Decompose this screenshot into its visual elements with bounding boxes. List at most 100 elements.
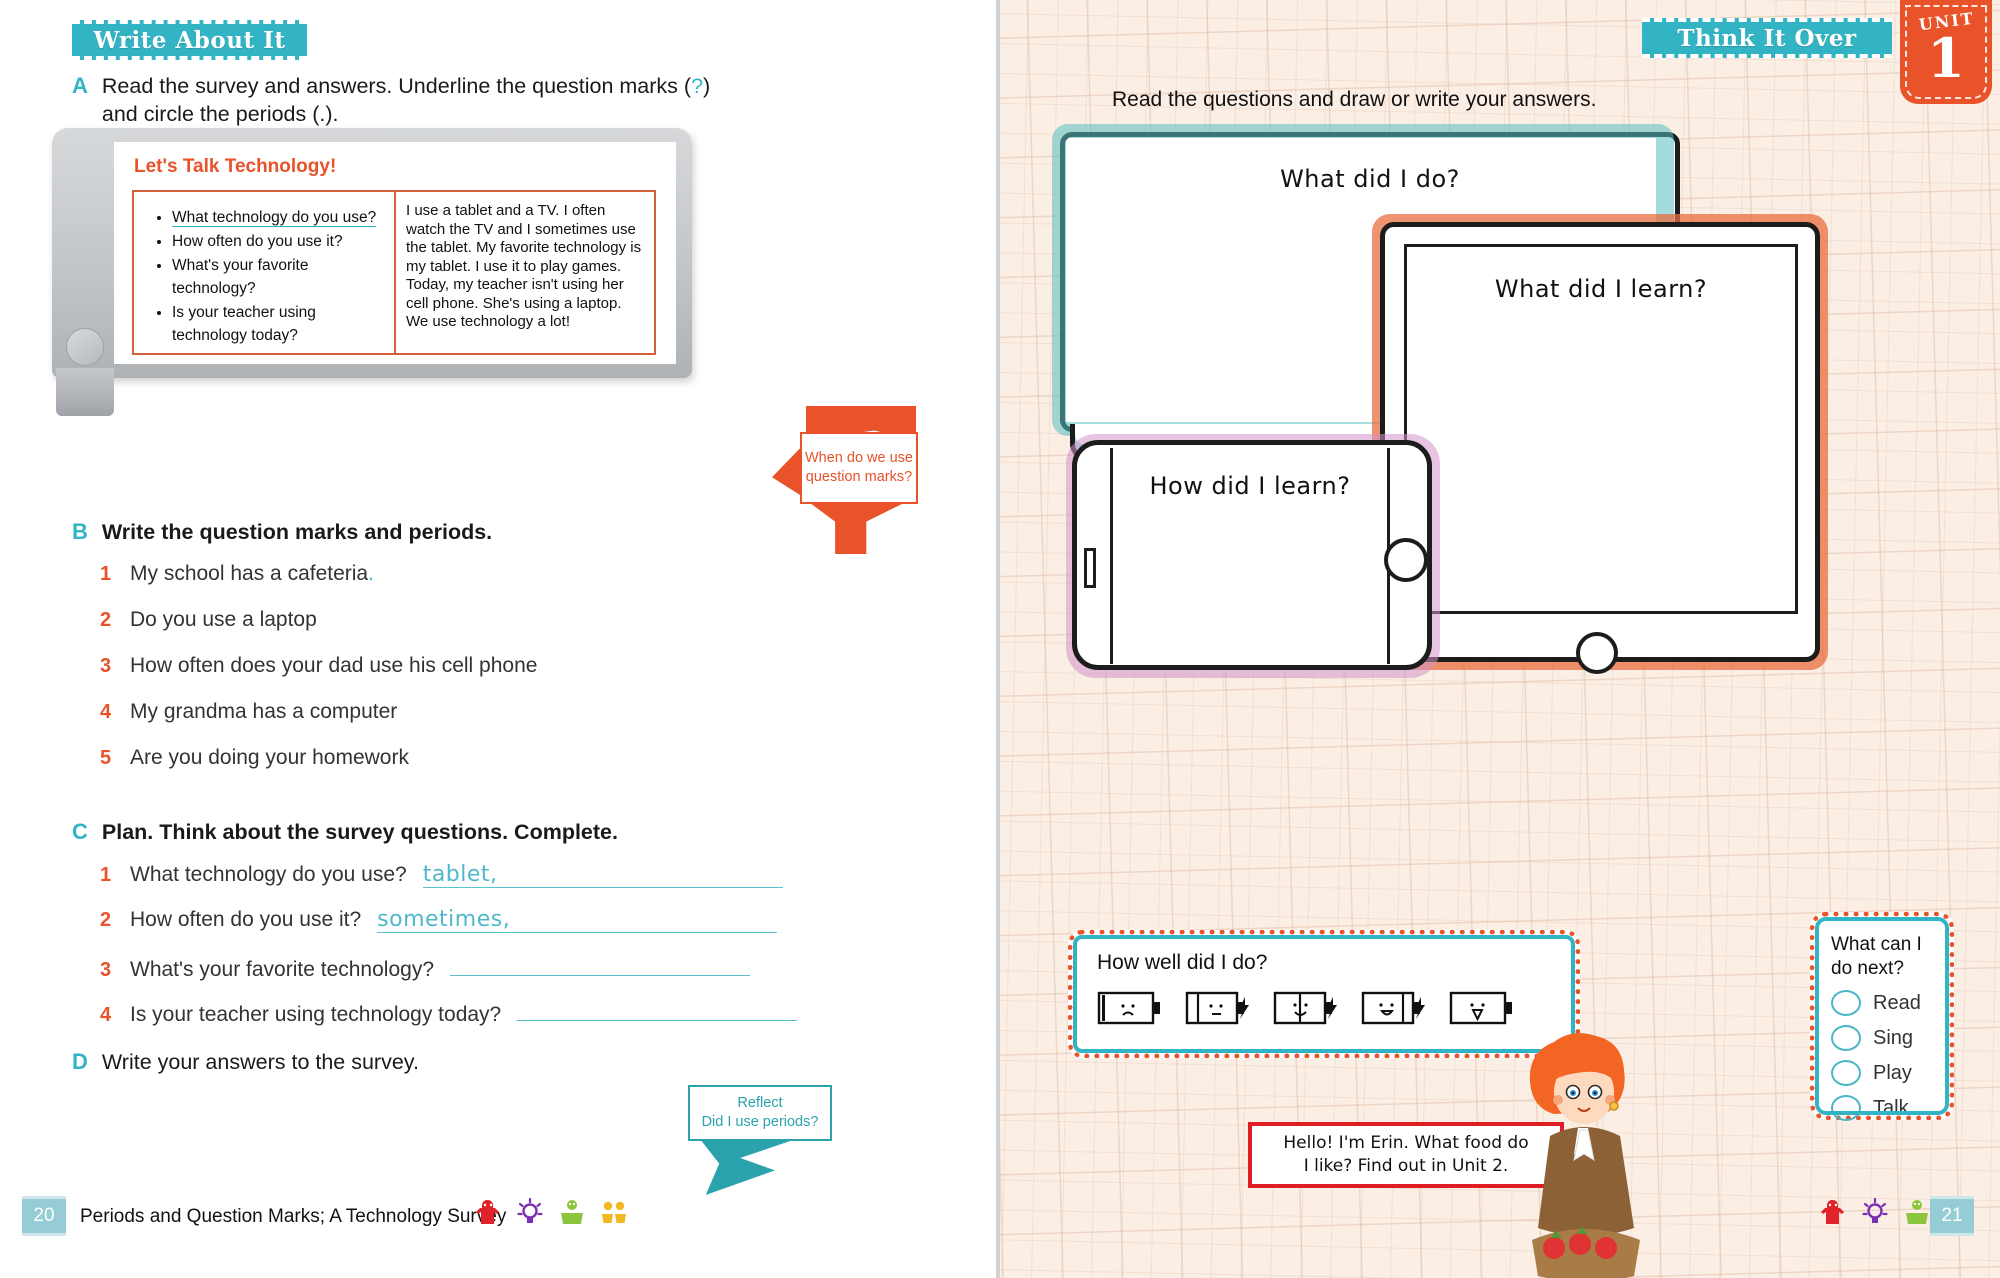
handwritten-answer: tablet,: [422, 862, 498, 887]
survey-question-item: How often do you use it?: [172, 230, 384, 253]
bulb-purple-icon: [1862, 1198, 1888, 1223]
checkbox-oval-icon[interactable]: [1831, 1025, 1861, 1051]
next-option-talk[interactable]: Talk: [1831, 1095, 1949, 1121]
section-a: A Read the survey and answers. Underline…: [72, 72, 742, 128]
tablet-screen-area[interactable]: What did I learn?: [1404, 244, 1798, 614]
next-option-label: Play: [1873, 1061, 1912, 1084]
battery-half-smile-icon[interactable]: [1273, 989, 1339, 1027]
item-sentence: My school has a cafeteria: [130, 562, 369, 585]
item-text: My school has a cafeteria.: [130, 562, 374, 586]
section-b-title: Write the question marks and periods.: [101, 520, 493, 544]
reflect-title: Reflect: [737, 1095, 783, 1111]
survey-answer-column: I use a tablet and a TV. I often watch t…: [396, 192, 654, 353]
item-punctuation: .: [368, 562, 374, 585]
footer-icons-right: [1820, 1198, 1930, 1226]
survey-question-item: What technology do you use?: [172, 206, 384, 229]
section-c-title: Plan. Think about the survey questions. …: [101, 820, 618, 844]
phone-speaker-icon: [1084, 548, 1096, 588]
item-number: 3: [100, 655, 112, 677]
checkbox-oval-icon[interactable]: [1831, 1060, 1861, 1086]
next-option-play[interactable]: Play: [1831, 1060, 1949, 1086]
survey-questions-column: What technology do you use? How often do…: [134, 192, 396, 353]
next-option-label: Sing: [1873, 1026, 1914, 1049]
battery-high-smile-icon[interactable]: [1361, 989, 1427, 1027]
list-item: 3 What's your favorite technology?: [100, 952, 797, 997]
callout-orange-line1: When do we use: [804, 450, 913, 466]
list-item: 1 My school has a cafeteria.: [100, 562, 537, 608]
survey-answer-text: I use a tablet and a TV. I often watch t…: [406, 202, 642, 330]
workbook-spread: Write About It A Read the survey and ans…: [0, 0, 2000, 1278]
question-marks-callout: When do we use question marks?: [800, 432, 918, 504]
left-page: Write About It A Read the survey and ans…: [0, 0, 1000, 1278]
survey-q2: How often do you use it?: [172, 233, 343, 250]
item-prompt: What's your favorite technology?: [130, 958, 434, 981]
checkbox-oval-icon[interactable]: [1831, 1095, 1861, 1121]
item-text: How often does your dad use his cell pho…: [130, 654, 538, 677]
next-option-sing[interactable]: Sing: [1831, 1025, 1949, 1051]
section-c: C Plan. Think about the survey questions…: [72, 818, 618, 846]
reflect-question: Did I use periods?: [701, 1114, 819, 1130]
answer-line-4[interactable]: [517, 997, 798, 1021]
person-green-icon: [561, 1200, 583, 1224]
phone-screen-area[interactable]: How did I learn?: [1110, 448, 1390, 664]
tablet-home-button-icon[interactable]: [1576, 632, 1618, 674]
callout-orange-line2: question marks?: [805, 469, 913, 485]
survey-table: What technology do you use? How often do…: [132, 190, 656, 355]
list-item: 4 Is your teacher using technology today…: [100, 997, 798, 1042]
item-prompt: Is your teacher using technology today?: [130, 1003, 502, 1026]
right-page-instruction: Read the questions and draw or write you…: [1112, 88, 1597, 111]
list-item: 5 Are you doing your homework: [100, 746, 537, 792]
battery-empty-sad-icon[interactable]: [1097, 989, 1163, 1027]
section-d-title: Write your answers to the survey.: [101, 1050, 419, 1074]
think-it-over-banner: Think It Over: [1642, 18, 1892, 58]
checkbox-oval-icon[interactable]: [1831, 990, 1861, 1016]
footer-lesson-title: Periods and Question Marks; A Technology…: [80, 1206, 507, 1227]
section-b: B Write the question marks and periods.: [72, 518, 492, 546]
section-b-letter: B: [72, 519, 88, 544]
next-option-label: Talk: [1873, 1096, 1909, 1119]
person-green-icon: [1906, 1200, 1928, 1224]
orange-ribbon-bottom: [806, 500, 910, 554]
answer-line-1[interactable]: tablet,: [422, 862, 783, 888]
reflect-callout: Reflect Did I use periods?: [688, 1085, 832, 1141]
item-number: 1: [100, 563, 112, 585]
write-about-it-banner: Write About It: [72, 20, 307, 60]
survey-question-item: What's your favorite technology?: [172, 254, 384, 300]
tablet-screen: Let's Talk Technology! What technology d…: [114, 142, 676, 364]
list-item: 1 What technology do you use? tablet,: [100, 862, 797, 907]
phone-question: How did I learn?: [1149, 472, 1351, 500]
answer-line-3[interactable]: [450, 952, 750, 976]
item-number: 2: [100, 609, 112, 631]
survey-q4: Is your teacher using technology today?: [172, 304, 316, 344]
survey-question-item: Is your teacher using technology today?: [172, 301, 384, 347]
survey-q3: What's your favorite technology?: [172, 257, 309, 297]
right-page: Think It Over UNIT 1 Read the questions …: [1000, 0, 2000, 1278]
phone-home-button-icon[interactable]: [1384, 538, 1428, 582]
assessment-title: How well did I do?: [1097, 951, 1268, 974]
list-item: 2 Do you use a laptop: [100, 608, 537, 654]
page-number-tab-right: 21: [1930, 1196, 1974, 1236]
section-a-qmark: ?: [691, 74, 704, 98]
next-box-title: What can I do next?: [1831, 933, 1949, 981]
item-number: 2: [100, 909, 112, 931]
tablet-question: What did I learn?: [1494, 275, 1708, 303]
next-option-label: Read: [1873, 991, 1921, 1014]
next-title-line2: do next?: [1831, 958, 1904, 979]
next-option-read[interactable]: Read: [1831, 990, 1949, 1016]
list-item: 3 How often does your dad use his cell p…: [100, 654, 537, 700]
section-d-letter: D: [72, 1049, 88, 1074]
section-c-letter: C: [72, 819, 88, 844]
tablet-home-button-icon: [66, 328, 104, 366]
item-number: 3: [100, 959, 112, 981]
item-number: 5: [100, 747, 112, 769]
survey-title: Let's Talk Technology!: [134, 156, 337, 177]
unit-number: 1: [1927, 26, 1965, 90]
section-b-list: 1 My school has a cafeteria. 2 Do you us…: [100, 562, 537, 792]
battery-low-neutral-icon[interactable]: [1185, 989, 1251, 1027]
item-prompt: What technology do you use?: [130, 863, 407, 886]
person-red-icon: [476, 1200, 499, 1224]
erin-bubble-line2: I like? Find out in Unit 2.: [1303, 1156, 1509, 1176]
item-text: Are you doing your homework: [130, 746, 409, 769]
answer-line-2[interactable]: sometimes,: [377, 907, 778, 933]
section-c-list: 1 What technology do you use? tablet, 2 …: [100, 862, 798, 1042]
